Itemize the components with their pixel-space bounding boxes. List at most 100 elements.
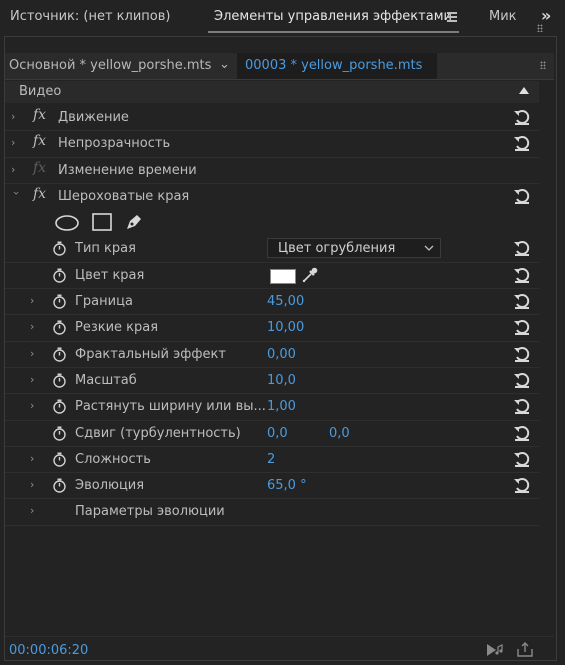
offset-x-value[interactable]: 0,0 xyxy=(267,426,288,441)
footer-bar: 00:00:06:20 xyxy=(5,636,554,659)
effect-row-roughen-edges[interactable]: › fx Шероховатые края xyxy=(5,184,539,210)
param-row-evolution[interactable]: › Эволюция 65,0 ° xyxy=(5,473,539,500)
tab-source[interactable]: Источник: (нет клипов) xyxy=(10,9,170,24)
play-audio-icon[interactable] xyxy=(485,643,505,657)
stopwatch-icon[interactable] xyxy=(52,268,67,283)
expand-chevron-icon[interactable]: › xyxy=(11,163,21,176)
fx-icon[interactable]: fx xyxy=(33,107,46,123)
rectangle-mask-icon[interactable] xyxy=(92,213,112,231)
reset-icon[interactable] xyxy=(513,318,531,336)
panel-grip-icon[interactable] xyxy=(537,24,543,32)
param-label: Сдвиг (турбулентность) xyxy=(75,425,241,441)
scroll-up-icon[interactable] xyxy=(519,87,529,94)
expand-chevron-icon[interactable]: › xyxy=(30,373,40,386)
reset-icon[interactable] xyxy=(513,134,531,152)
timeline-grip-icon[interactable] xyxy=(540,61,546,69)
reset-icon[interactable] xyxy=(513,108,531,126)
panel-tab-bar: Источник: (нет клипов) Элементы управлен… xyxy=(0,0,565,36)
expand-chevron-icon[interactable]: › xyxy=(30,452,40,465)
stopwatch-icon[interactable] xyxy=(52,399,67,414)
param-row-edge-sharpness[interactable]: › Резкие края 10,00 xyxy=(5,315,539,342)
stopwatch-icon[interactable] xyxy=(52,241,67,257)
effect-label: Движение xyxy=(58,110,129,125)
param-label: Эволюция xyxy=(75,478,145,494)
fx-icon: fx xyxy=(33,159,47,176)
reset-icon[interactable] xyxy=(513,292,531,310)
reset-icon[interactable] xyxy=(513,476,531,494)
stopwatch-icon[interactable] xyxy=(52,452,67,467)
param-row-scale[interactable]: › Масштаб 10,0 xyxy=(5,368,539,395)
stopwatch-icon[interactable] xyxy=(52,294,67,309)
param-row-evolution-options[interactable]: › Параметры эволюции xyxy=(5,499,539,526)
reset-icon[interactable] xyxy=(513,239,531,257)
stopwatch-icon[interactable] xyxy=(52,320,67,336)
expand-chevron-icon[interactable]: › xyxy=(30,347,40,360)
complexity-value[interactable]: 2 xyxy=(267,452,275,467)
scale-value[interactable]: 10,0 xyxy=(267,373,296,388)
panel-menu-icon[interactable] xyxy=(447,12,457,22)
reset-icon[interactable] xyxy=(513,397,531,415)
expand-chevron-icon[interactable]: › xyxy=(30,400,40,412)
expand-chevron-icon[interactable]: › xyxy=(11,137,21,149)
stopwatch-icon[interactable] xyxy=(52,426,67,441)
effect-label: Изменение времени xyxy=(58,162,197,178)
param-row-border[interactable]: › Граница 45,00 xyxy=(5,289,539,316)
param-row-edge-color[interactable]: Цвет края xyxy=(5,263,539,290)
fx-icon[interactable]: fx xyxy=(33,186,46,202)
tab-mixer[interactable]: Мик xyxy=(489,9,517,24)
border-value[interactable]: 45,00 xyxy=(267,294,304,309)
param-label: Параметры эволюции xyxy=(75,504,225,520)
edge-sharpness-value[interactable]: 10,00 xyxy=(267,320,304,335)
reset-icon[interactable] xyxy=(513,266,531,284)
master-clip-label[interactable]: Основной * yellow_porshe.mts xyxy=(9,58,211,73)
collapse-chevron-icon[interactable]: › xyxy=(10,191,23,201)
stretch-value[interactable]: 1,00 xyxy=(267,399,296,414)
reset-icon[interactable] xyxy=(513,371,531,389)
reset-icon[interactable] xyxy=(513,187,531,205)
fx-icon[interactable]: fx xyxy=(33,133,46,149)
effect-row-opacity[interactable]: › fx Непрозрачность xyxy=(5,131,539,158)
param-label: Фрактальный эффект xyxy=(75,346,226,362)
export-icon[interactable] xyxy=(516,642,534,657)
reset-icon[interactable] xyxy=(513,345,531,363)
mask-tools-row xyxy=(5,210,539,236)
stopwatch-icon[interactable] xyxy=(52,347,67,362)
stopwatch-icon[interactable] xyxy=(52,478,67,493)
effect-row-motion[interactable]: › fx Движение xyxy=(5,105,539,132)
param-row-offset[interactable]: Сдвиг (турбулентность) 0,0 0,0 xyxy=(5,421,539,447)
offset-y-value[interactable]: 0,0 xyxy=(329,426,350,441)
param-row-stretch[interactable]: › Растянуть ширину или вы... 1,00 xyxy=(5,394,539,421)
param-label: Растянуть ширину или вы... xyxy=(75,399,266,415)
expand-chevron-icon[interactable]: › xyxy=(30,321,40,333)
active-tab-indicator xyxy=(208,31,459,33)
expand-chevron-icon[interactable]: › xyxy=(30,479,40,491)
reset-icon[interactable] xyxy=(513,424,531,442)
expand-chevron-icon[interactable]: › xyxy=(30,505,40,517)
expand-chevron-icon[interactable]: › xyxy=(11,111,21,123)
param-row-fractal[interactable]: › Фрактальный эффект 0,00 xyxy=(5,342,539,368)
edge-type-select[interactable]: Цвет огрубления xyxy=(267,238,441,259)
eyedropper-icon[interactable] xyxy=(301,266,319,284)
evolution-value[interactable]: 65,0 ° xyxy=(267,478,307,493)
video-section-header[interactable]: Видео xyxy=(5,81,539,103)
edge-type-value: Цвет огрубления xyxy=(278,241,396,257)
sequence-clip-label: 00003 * yellow_porshe.mts xyxy=(245,58,423,73)
tab-effect-controls[interactable]: Элементы управления эффектами xyxy=(214,9,452,24)
stopwatch-icon[interactable] xyxy=(52,373,67,388)
pen-mask-icon[interactable] xyxy=(124,212,144,232)
chevron-down-icon[interactable]: ⌄ xyxy=(219,57,230,72)
param-row-edge-type[interactable]: Тип края Цвет огрубления xyxy=(5,236,539,263)
sequence-clip-selector[interactable]: 00003 * yellow_porshe.mts xyxy=(237,53,437,79)
ellipse-mask-icon[interactable] xyxy=(55,215,79,231)
tabs-overflow-icon[interactable]: » xyxy=(541,6,551,25)
playhead-timecode[interactable]: 00:00:06:20 xyxy=(9,643,88,658)
effect-row-time-remap[interactable]: › fx Изменение времени xyxy=(5,158,539,184)
color-swatch[interactable] xyxy=(270,268,296,284)
param-label: Граница xyxy=(75,294,133,310)
expand-chevron-icon[interactable]: › xyxy=(30,295,40,307)
reset-icon[interactable] xyxy=(513,450,531,468)
param-label: Тип края xyxy=(75,241,136,257)
param-label: Цвет края xyxy=(75,267,145,283)
param-row-complexity[interactable]: › Сложность 2 xyxy=(5,447,539,474)
fractal-value[interactable]: 0,00 xyxy=(267,347,296,362)
